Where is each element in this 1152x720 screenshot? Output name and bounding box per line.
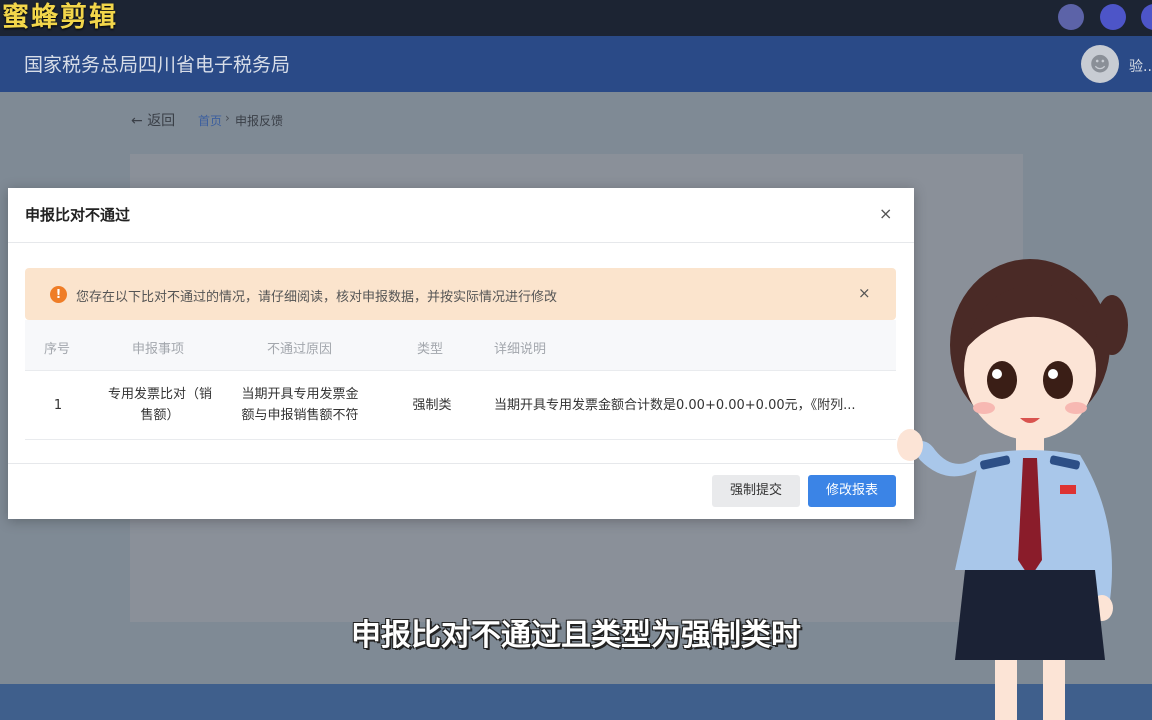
warning-icon: ! (50, 286, 67, 303)
column-header-item: 申报事项 (132, 342, 185, 357)
mascot-illustration (897, 259, 1128, 720)
close-icon[interactable]: × (879, 204, 892, 223)
breadcrumb-current: 申报反馈 (235, 114, 284, 128)
breadcrumb-home[interactable]: 首页 (198, 112, 222, 129)
comparison-failed-dialog: 申报比对不通过 × ! 您存在以下比对不通过的情况，请仔细阅读，核对申报数据，并… (8, 188, 914, 519)
cell-item-line: 专用发票比对（销 (107, 387, 212, 402)
cell-reason-line: 额与申报销售额不符 (241, 408, 359, 423)
row-divider (25, 370, 896, 371)
user-icon[interactable]: ☻ (1081, 45, 1119, 83)
cell-index: 1 (53, 398, 63, 413)
user-name[interactable]: 验... (1129, 56, 1152, 76)
alert-close-icon[interactable]: × (858, 284, 871, 302)
divider (8, 463, 914, 464)
force-submit-button[interactable]: 强制提交 (712, 475, 800, 507)
column-header-reason: 不通过原因 (267, 342, 333, 357)
breadcrumb-separator: › (225, 111, 230, 125)
cell-item-line: 售额） (140, 408, 180, 423)
row-divider (25, 439, 896, 440)
cell-detail: 当期开具专用发票金额合计数是0.00+0.00+0.00元，《附列... (494, 398, 856, 413)
dialog-title: 申报比对不通过 (25, 206, 131, 224)
divider (8, 242, 914, 243)
window-dot (1100, 4, 1126, 30)
cell-reason: 当期开具专用发票金 额与申报销售额不符 (230, 384, 370, 426)
column-header-index: 序号 (44, 342, 71, 357)
back-label: 返回 (147, 113, 176, 129)
cell-item: 专用发票比对（销 售额） (94, 384, 226, 426)
watermark-brand: 蜜蜂剪辑 (2, 2, 118, 33)
site-title: 国家税务总局四川省电子税务局 (24, 54, 291, 76)
alert-text: 您存在以下比对不通过的情况，请仔细阅读，核对申报数据，并按实际情况进行修改 (76, 290, 558, 305)
warning-alert: ! 您存在以下比对不通过的情况，请仔细阅读，核对申报数据，并按实际情况进行修改 … (25, 268, 896, 320)
column-header-type: 类型 (417, 342, 444, 357)
arrow-left-icon: ← (131, 113, 143, 129)
window-dot (1058, 4, 1084, 30)
column-header-detail: 详细说明 (494, 342, 547, 357)
back-button[interactable]: ← 返回 (131, 110, 175, 130)
window-dot (1141, 4, 1152, 30)
top-bar (0, 0, 1152, 36)
cell-type: 强制类 (412, 398, 452, 413)
cell-reason-line: 当期开具专用发票金 (241, 387, 359, 402)
